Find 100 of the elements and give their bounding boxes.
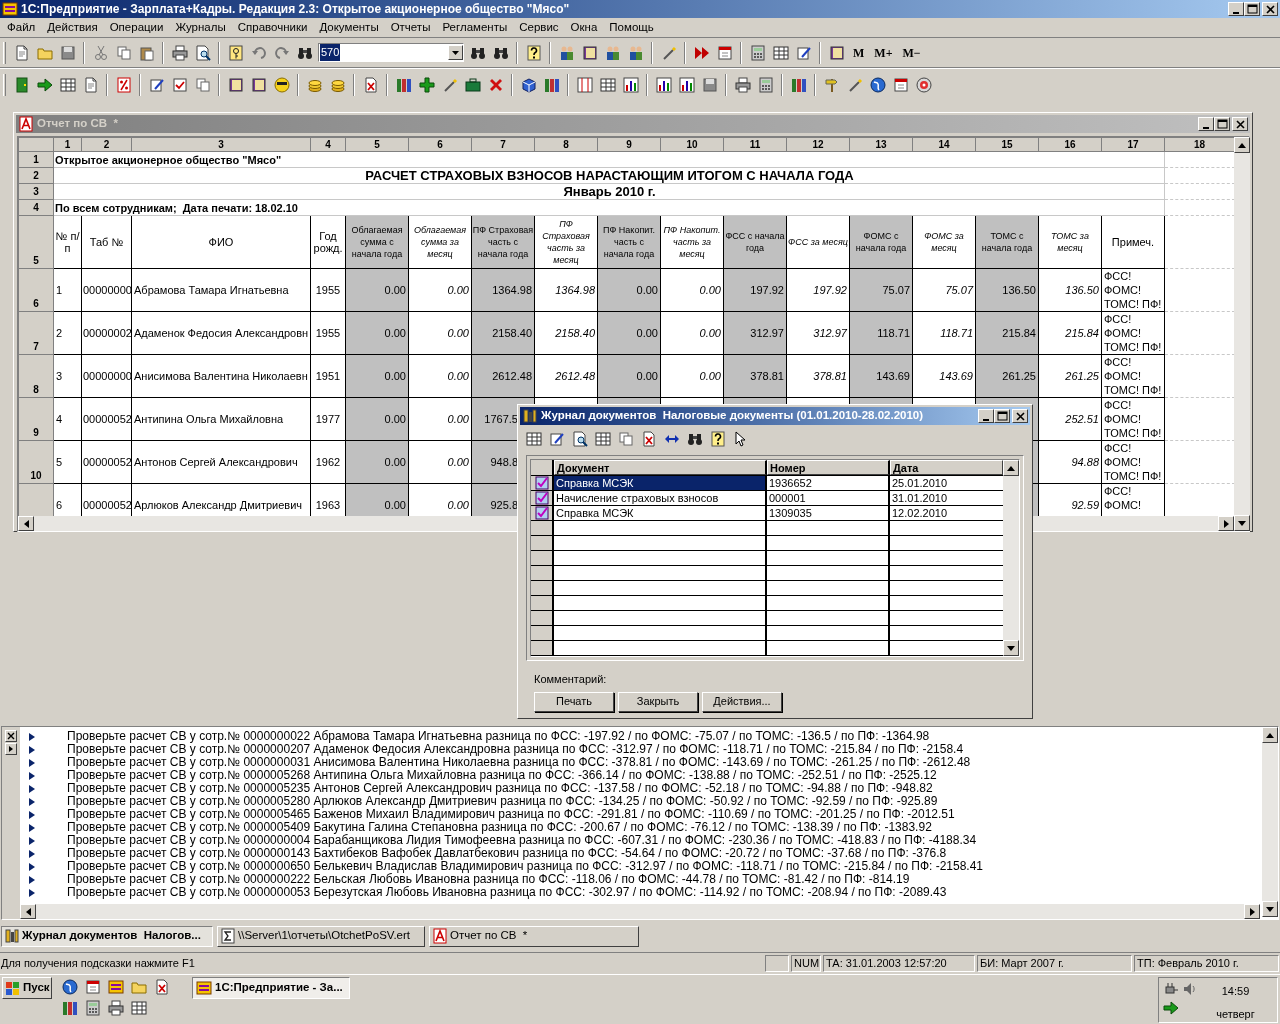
table-cell: 0.00 [408, 311, 472, 355]
table-cell: 0.00 [408, 268, 472, 312]
table-cell: 00000000 [81, 354, 132, 398]
table-cell: 0.00 [660, 311, 724, 355]
table-cell: 0.00 [408, 440, 472, 484]
table-cell: 1955 [310, 268, 346, 312]
log-message: Проверьте расчет СВ у сотр.№ 0000000004 Барабанщикова Лидия Тимофеевна разница по ФСС: -607.31 / по ФОМС: -230.36 / по ТОМС: -418.83 / по ПФ: -4188.34 [67, 834, 977, 847]
table-cell: 312.97 [786, 311, 850, 355]
table-cell: 75.07 [912, 268, 976, 312]
table-cell: 215.84 [1038, 311, 1102, 355]
table-cell: 1951 [310, 354, 346, 398]
table-cell: 2158.40 [534, 311, 598, 355]
table-cell: 92.59 [1038, 483, 1102, 516]
log-message: Проверьте расчет СВ у сотр.№ 0000005280 Арлюков Александр Дмитриевич разница по ФСС: -134.25 / по ФОМС: -50.92 / по ТОМС: -92.59 / по ПФ: -925.89 [67, 795, 938, 808]
table-cell: 1364.98 [534, 268, 598, 312]
status-panel: NUM [791, 955, 821, 972]
note-cell: ФСС! ФОМС! ТОМС! ПФ! [1101, 311, 1165, 355]
table-cell: 0.00 [345, 440, 409, 484]
table-cell: 0.00 [345, 268, 409, 312]
table-cell: 0.00 [660, 354, 724, 398]
table-header-cell: ТОМС с начала года [975, 215, 1039, 269]
comment-label: Комментарий: [534, 672, 608, 687]
window-title: Журнал документов Налоговые документы (01.01.2010-28.02.2010) [541, 408, 925, 424]
note-cell: ФСС! ФОМС! [1101, 483, 1165, 516]
log-message: Проверьте расчет СВ у сотр.№ 0000005409 Бакутина Галина Степановна разница по ФСС: -200.67 / по ФОМС: -76.12 / по ТОМС: -138.39 / по ПФ: -1383.92 [67, 821, 932, 834]
log-message: Проверьте расчет СВ у сотр.№ 0000005235 Антонов Сергей Александрович разница по ФСС: -137.58 / по ФОМС: -52.18 / по ТОМС: -94.88 / по ПФ: -948.82 [67, 782, 933, 795]
table-cell: 1364.98 [471, 268, 535, 312]
table-cell: 197.92 [723, 268, 787, 312]
table-header-cell: ПФ Накопит. часть с начала года [597, 215, 661, 269]
log-message: Проверьте расчет СВ у сотр.№ 0000000022 Абрамова Тамара Игнатьевна разница по ФСС: -197.92 / по ФОМС: -75.07 / по ТОМС: -136.5 / по ПФ: -1364.98 [67, 730, 930, 743]
table-header-cell: ФСС с начала года [723, 215, 787, 269]
table-header-cell: ФОМС с начала года [849, 215, 913, 269]
table-cell: 252.51 [1038, 397, 1102, 441]
table-cell: 136.50 [1038, 268, 1102, 312]
table-header-cell: ФИО [131, 215, 311, 269]
table-cell: 378.81 [786, 354, 850, 398]
table-cell: 197.92 [786, 268, 850, 312]
app-title: 1С:Предприятие - Зарплата+Кадры. Редакция 2.3: Открытое акционерное общество "Мясо" [21, 1, 571, 18]
table-cell: 2158.40 [471, 311, 535, 355]
table-cell: 0.00 [408, 483, 472, 516]
table-cell: 0.00 [597, 268, 661, 312]
table-cell: 0.00 [345, 397, 409, 441]
log-message: Проверьте расчет СВ у сотр.№ 0000000650 Белькевич Владислав Владимирович разница по ФСС: -312.97 / по ФОМС: -118.71 / по ТОМС: -215.84 / по ПФ: -2158.41 [67, 860, 984, 873]
table-header-cell: ПФ Страховая часть за месяц [534, 215, 598, 269]
table-cell: Анисимова Валентина Николаевн [131, 354, 311, 398]
table-cell: 143.69 [849, 354, 913, 398]
table-cell: 00000002 [81, 311, 132, 355]
log-message: Проверьте расчет СВ у сотр.№ 0000000222 Бельская Любовь Ивановна разница по ФСС: -118.06 / по ФОМС: -44.78 / по ТОМС: -81.42 / по ПФ: -814.19 [67, 873, 910, 886]
table-cell: 00000052 [81, 440, 132, 484]
table-cell: 75.07 [849, 268, 913, 312]
note-cell: ФСС! ФОМС! ТОМС! ПФ! [1101, 268, 1165, 312]
status-panel: ТП: Февраль 2010 г. [1134, 955, 1279, 972]
window-title: Отчет по СВ * [37, 116, 119, 132]
table-cell: Адаменок Федосия Александровн [131, 311, 311, 355]
table-cell: 0.00 [660, 268, 724, 312]
table-cell: Арлюков Александр Дмитриевич [131, 483, 311, 516]
table-cell: 00000052 [81, 397, 132, 441]
table-cell: 0.00 [345, 354, 409, 398]
note-cell: ФСС! ФОМС! ТОМС! ПФ! [1101, 397, 1165, 441]
table-header-cell: Примеч. [1101, 215, 1165, 269]
log-message: Проверьте расчет СВ у сотр.№ 0000005465 Баженов Михаил Владимирович разница по ФСС: -291.81 / по ФОМС: -110.69 / по ТОМС: -201.25 / по ПФ: -2012.51 [67, 808, 955, 821]
table-cell: 00000052 [81, 483, 132, 516]
table-cell: 2612.48 [534, 354, 598, 398]
table-cell: 0.00 [597, 311, 661, 355]
table-cell: 118.71 [849, 311, 913, 355]
log-message: Проверьте расчет СВ у сотр.№ 0000000207 Адаменок Федосия Александровна разница по ФСС: -312.97 / по ФОМС: -118.71 / по ТОМС: -215.84 / по ПФ: -2158.4 [67, 743, 964, 756]
table-header-cell: Облагаемая сумма за месяц [408, 215, 472, 269]
table-cell: Абрамова Тамара Игнатьевна [131, 268, 311, 312]
log-message: Проверьте расчет СВ у сотр.№ 0000000053 Березутская Любовь Ивановна разница по ФСС: -302.97 / по ФОМС: -114.92 / по ТОМС: -208.94 / по ПФ: -2089.43 [67, 886, 947, 899]
table-cell: 136.50 [975, 268, 1039, 312]
note-cell: ФСС! ФОМС! ТОМС! ПФ! [1101, 354, 1165, 398]
log-message: Проверьте расчет СВ у сотр.№ 0000000143 Бахтибеков Вафобек Давлатбекович разница по ФСС: -54.64 / по ФОМС: -20.72 / по ТОМС: -37.68 / по ПФ: -376.8 [67, 847, 947, 860]
table-cell: 261.25 [975, 354, 1039, 398]
table-header-cell: Таб № [81, 215, 132, 269]
table-cell: 00000000 [81, 268, 132, 312]
table-cell: 378.81 [723, 354, 787, 398]
table-cell: Антонов Сергей Александрович [131, 440, 311, 484]
table-cell: Антипина Ольга Михайловна [131, 397, 311, 441]
company-name: Открытое акционерное общество "Мясо" [53, 151, 1165, 168]
report-title: РАСЧЕТ СТРАХОВЫХ ВЗНОСОВ НАРАСТАЮЩИМ ИТОГОМ С НАЧАЛА ГОДА [53, 167, 1165, 184]
table-header-cell: ФСС за месяц [786, 215, 850, 269]
clock: 14:59 [1221, 984, 1250, 999]
table-cell: 2612.48 [471, 354, 535, 398]
log-message: Проверьте расчет СВ у сотр.№ 0000005268 Антипина Ольга Михайловна разница по ФСС: -366.14 / по ФОМС: -138.88 / по ТОМС: -252.51 / по ПФ: -2525.12 [67, 769, 937, 782]
table-cell: 215.84 [975, 311, 1039, 355]
status-panel: БИ: Март 2007 г. [977, 955, 1132, 972]
table-header-cell: ПФ Накопит. часть за месяц [660, 215, 724, 269]
table-cell: 1955 [310, 311, 346, 355]
table-cell: 312.97 [723, 311, 787, 355]
report-period: Январь 2010 г. [53, 183, 1165, 200]
status-panel: ТА: 31.01.2003 12:57:20 [823, 955, 975, 972]
table-cell: 143.69 [912, 354, 976, 398]
table-cell: 0.00 [597, 354, 661, 398]
table-header-cell: Облагаемая сумма с начала года [345, 215, 409, 269]
table-header-cell: ПФ Страховая часть с начала года [471, 215, 535, 269]
table-cell: 0.00 [345, 311, 409, 355]
log-message: Проверьте расчет СВ у сотр.№ 0000000031 Анисимова Валентина Николаевна разница по ФСС: -378.81 / по ФОМС: -143.69 / по ТОМС: -261.25 / по ПФ: -2612.48 [67, 756, 971, 769]
table-header-cell: ФОМС за месяц [912, 215, 976, 269]
table-cell: 261.25 [1038, 354, 1102, 398]
table-cell: 94.88 [1038, 440, 1102, 484]
